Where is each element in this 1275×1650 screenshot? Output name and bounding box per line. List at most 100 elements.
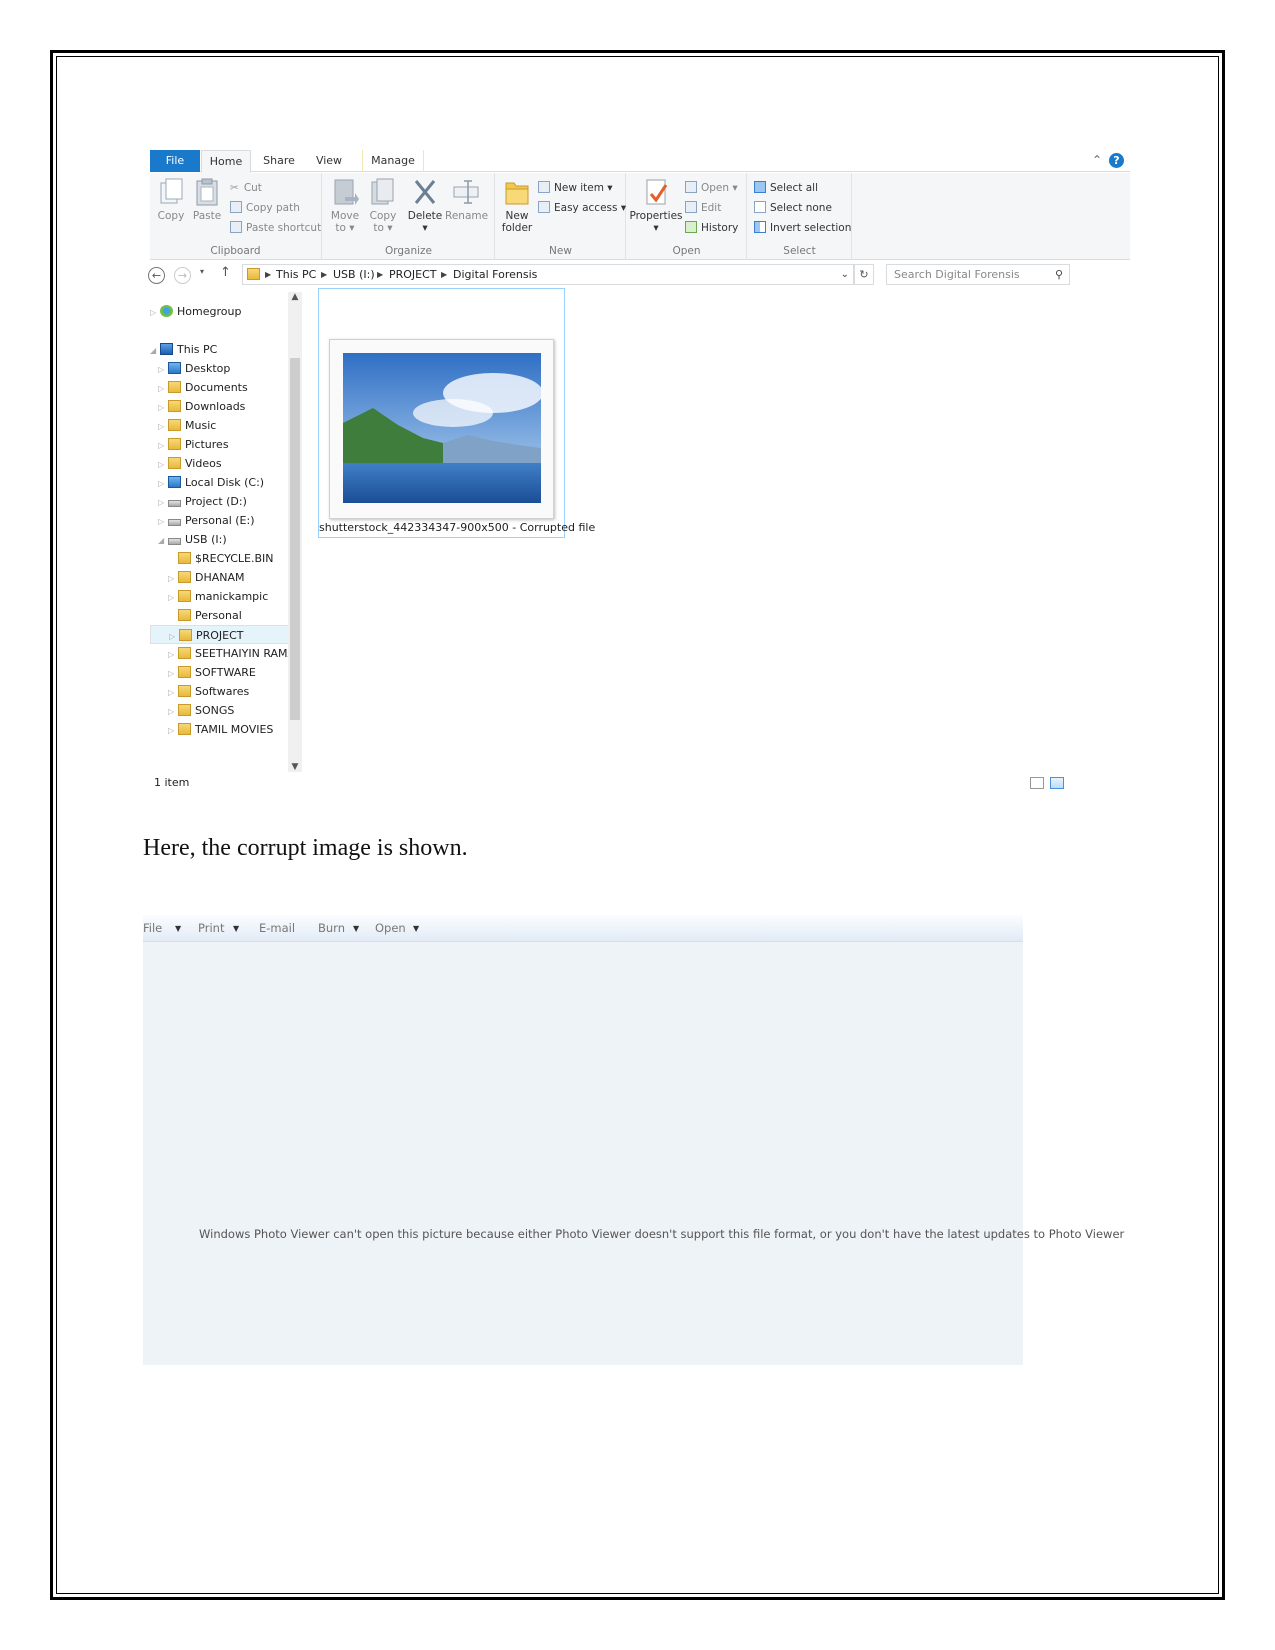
nav-item-music[interactable]: ▷ Music	[158, 416, 216, 435]
copy-path-button[interactable]: Copy path	[230, 199, 300, 217]
breadcrumb-separator-icon[interactable]: ▶	[377, 265, 383, 284]
back-arrow-icon[interactable]: ←	[148, 267, 165, 284]
easy-access-button[interactable]: Easy access ▾	[538, 199, 626, 217]
file-name-label: shutterstock_442334347-900x500 - Corrupt…	[319, 521, 596, 534]
nav-item-this-pc[interactable]: ◢ This PC	[150, 340, 217, 359]
nav-item-softwares[interactable]: ▷ Softwares	[168, 682, 249, 701]
refresh-icon[interactable]: ↻	[854, 264, 874, 285]
search-input[interactable]: Search Digital Forensis ⚲	[886, 264, 1070, 285]
menu-file[interactable]: File	[143, 915, 162, 942]
group-label-organize: Organize	[384, 245, 433, 257]
folder-icon	[178, 666, 191, 678]
help-icon[interactable]: ?	[1109, 153, 1124, 168]
paste-icon	[196, 178, 218, 206]
nav-item-local-disk-c[interactable]: ▷ Local Disk (C:)	[158, 473, 264, 492]
copy-button[interactable]: Copy	[154, 177, 188, 222]
file-item[interactable]: shutterstock_442334347-900x500 - Corrupt…	[318, 288, 596, 538]
edit-button[interactable]: Edit	[685, 199, 721, 217]
file-dropdown-caret-icon[interactable]: ▼	[175, 915, 181, 942]
forward-arrow-icon[interactable]: →	[174, 267, 191, 284]
rename-button[interactable]: Rename	[445, 177, 488, 222]
burn-dropdown-caret-icon[interactable]: ▼	[353, 915, 359, 942]
copy-path-icon	[230, 201, 242, 213]
tab-manage[interactable]: Manage	[362, 150, 424, 172]
usb-drive-icon	[168, 538, 181, 545]
open-button[interactable]: Open ▾	[685, 179, 738, 197]
breadcrumb-separator-icon[interactable]: ▶	[321, 265, 327, 284]
nav-item-recycle-bin[interactable]: $RECYCLE.BIN	[168, 549, 273, 568]
details-view-icon[interactable]	[1030, 777, 1044, 789]
nav-item-videos[interactable]: ▷ Videos	[158, 454, 222, 473]
properties-button[interactable]: Properties ▾	[629, 177, 683, 234]
group-label-open: Open	[672, 245, 701, 257]
new-folder-icon	[505, 182, 529, 205]
nav-item-project-d[interactable]: ▷ Project (D:)	[158, 492, 247, 511]
breadcrumb-digital-forensis[interactable]: Digital Forensis	[453, 265, 537, 284]
invert-selection-icon	[754, 221, 766, 233]
menu-burn[interactable]: Burn	[318, 915, 345, 942]
menu-email[interactable]: E-mail	[259, 915, 295, 942]
folder-icon	[178, 571, 191, 583]
up-arrow-icon[interactable]: ↑	[220, 265, 231, 280]
tab-file[interactable]: File	[150, 150, 200, 172]
nav-item-homegroup[interactable]: ▷ Homegroup	[150, 302, 241, 321]
new-item-button[interactable]: New item ▾	[538, 179, 613, 197]
cut-button[interactable]: ✂ Cut	[230, 179, 262, 197]
breadcrumb-project[interactable]: PROJECT	[389, 265, 437, 284]
file-list-area: shutterstock_442334347-900x500 - Corrupt…	[306, 288, 1130, 772]
tab-home[interactable]: Home	[201, 150, 251, 173]
recent-locations-chevron-icon[interactable]: ▾	[200, 267, 204, 276]
nav-item-personal-e[interactable]: ▷ Personal (E:)	[158, 511, 255, 530]
nav-item-seethaiyin-rama[interactable]: ▷ SEETHAIYIN RAMA	[168, 644, 295, 663]
print-dropdown-caret-icon[interactable]: ▼	[233, 915, 239, 942]
nav-item-usb-i[interactable]: ◢ USB (I:)	[158, 530, 227, 549]
copy-to-button[interactable]: Copy to ▾	[365, 177, 401, 234]
breadcrumb-separator-icon[interactable]: ▶	[441, 265, 447, 284]
breadcrumb-usb[interactable]: USB (I:)	[333, 265, 375, 284]
search-icon: ⚲	[1054, 268, 1063, 281]
invert-selection-button[interactable]: Invert selection	[754, 219, 851, 237]
nav-item-project[interactable]: ▷ PROJECT	[150, 625, 290, 644]
nav-item-desktop[interactable]: ▷ Desktop	[158, 359, 230, 378]
group-label-new: New	[549, 245, 572, 257]
menu-open[interactable]: Open	[375, 915, 406, 942]
scroll-up-icon[interactable]: ▲	[288, 292, 302, 302]
select-all-button[interactable]: Select all	[754, 179, 818, 197]
minimize-ribbon-icon[interactable]: ⌃	[1092, 153, 1102, 167]
history-button[interactable]: History	[685, 219, 738, 237]
move-to-button[interactable]: Move to ▾	[327, 177, 363, 234]
address-breadcrumb[interactable]: ▶ This PC ▶ USB (I:) ▶ PROJECT ▶ Digital…	[242, 264, 854, 285]
scroll-thumb[interactable]	[290, 358, 300, 720]
item-count: 1 item	[154, 776, 190, 789]
breadcrumb-separator-icon[interactable]: ▶	[265, 265, 271, 284]
new-folder-button[interactable]: New folder	[500, 177, 534, 234]
open-dropdown-caret-icon[interactable]: ▼	[413, 915, 419, 942]
downloads-icon	[168, 400, 181, 412]
paste-button[interactable]: Paste	[190, 177, 224, 222]
nav-item-downloads[interactable]: ▷ Downloads	[158, 397, 245, 416]
music-icon	[168, 419, 181, 431]
tab-view[interactable]: View	[306, 150, 352, 172]
copy-to-icon	[371, 178, 394, 205]
menu-print[interactable]: Print	[198, 915, 224, 942]
nav-item-pictures[interactable]: ▷ Pictures	[158, 435, 229, 454]
tab-share[interactable]: Share	[256, 150, 302, 172]
scroll-down-icon[interactable]: ▼	[288, 762, 302, 772]
properties-icon	[646, 179, 668, 205]
folder-icon	[178, 704, 191, 716]
select-none-button[interactable]: Select none	[754, 199, 832, 217]
nav-scrollbar[interactable]: ▲ ▼	[288, 292, 302, 772]
delete-button[interactable]: Delete ▾	[407, 177, 443, 234]
nav-item-software[interactable]: ▷ SOFTWARE	[168, 663, 256, 682]
nav-item-tamil-movies[interactable]: ▷ TAMIL MOVIES	[168, 720, 273, 739]
nav-item-personal[interactable]: Personal	[168, 606, 242, 625]
breadcrumb-this-pc[interactable]: This PC	[276, 265, 316, 284]
address-dropdown-chevron-icon[interactable]: ⌄	[841, 265, 849, 284]
nav-item-manickampic[interactable]: ▷ manickampic	[168, 587, 268, 606]
nav-item-songs[interactable]: ▷ SONGS	[168, 701, 234, 720]
paste-shortcut-button[interactable]: Paste shortcut	[230, 219, 321, 237]
nav-item-documents[interactable]: ▷ Documents	[158, 378, 248, 397]
large-icons-view-icon[interactable]	[1050, 777, 1064, 789]
select-all-icon	[754, 181, 766, 193]
nav-item-dhanam[interactable]: ▷ DHANAM	[168, 568, 245, 587]
